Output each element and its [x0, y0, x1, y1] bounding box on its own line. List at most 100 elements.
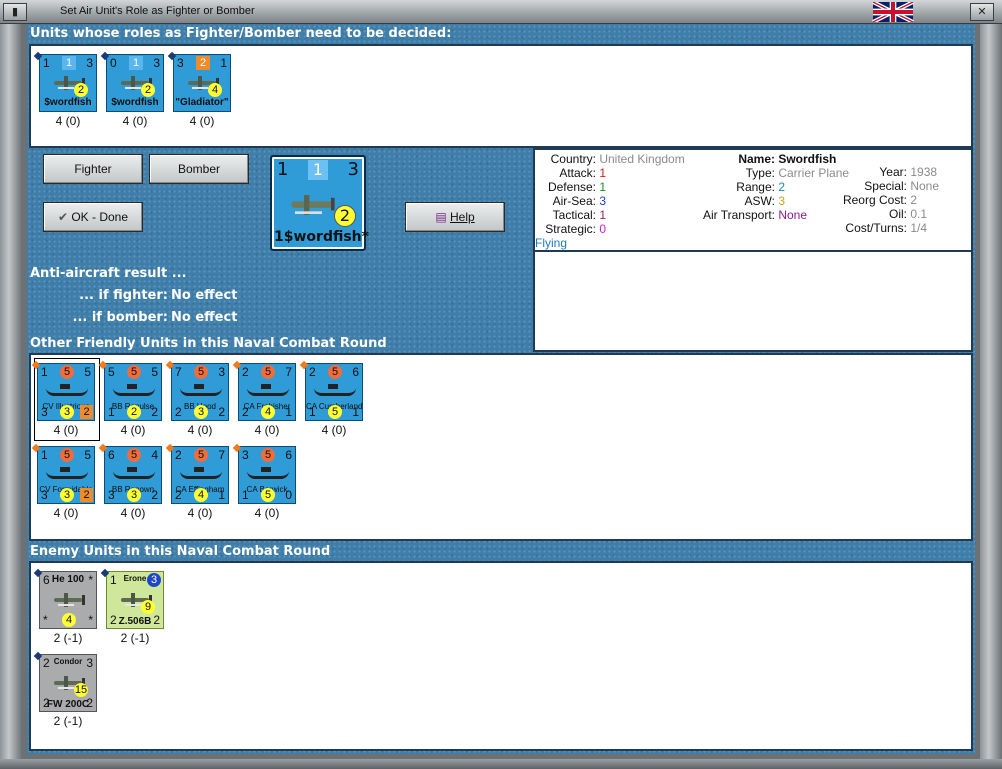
- friendly-row1-unit-1[interactable]: 1 5 5 CV Illustrious 3 3 2: [31, 360, 95, 421]
- ship-icon: [247, 384, 289, 396]
- unit-bottom-left: 3: [41, 488, 48, 502]
- unit-top-right: 3: [86, 56, 93, 70]
- airtransport-key: Air Transport:: [702, 208, 775, 222]
- bomber-button[interactable]: Bomber: [149, 154, 249, 184]
- range-key: Range:: [736, 180, 775, 194]
- checkmark-icon: ✔: [57, 210, 72, 224]
- unit-orange-value: 2: [80, 488, 93, 502]
- unit-yellow-value: 4: [194, 488, 208, 502]
- name-key: Name:: [738, 152, 775, 166]
- frame-bottom: [0, 759, 1002, 769]
- aa-result-title: Anti-aircraft result ...: [30, 266, 187, 281]
- unit-notes-panel: [533, 250, 973, 352]
- info-col1: Country: United Kingdom Attack: 1 Defens…: [535, 152, 685, 250]
- enemy-unit-1[interactable]: 6 He 100 * * 4 *: [33, 568, 97, 629]
- unit-yellow-value: 15: [74, 683, 88, 697]
- help-button[interactable]: ▤ Help: [405, 202, 505, 232]
- unit-bottom-right: 0: [285, 488, 292, 502]
- unit-circle-value: 5: [60, 365, 74, 379]
- ship-icon: [113, 467, 155, 479]
- aa-fighter-key: ... if fighter:: [79, 288, 168, 303]
- unit-strength-label: 2 (-1): [53, 714, 83, 728]
- unit-top-left: 3: [242, 448, 249, 462]
- unit-yellow-value: 3: [127, 488, 141, 502]
- attack-key: Attack:: [559, 166, 596, 180]
- airtransport-value: None: [778, 208, 808, 222]
- unit-bottom-left: 2: [242, 405, 249, 419]
- unit-marker-icon: [299, 360, 309, 370]
- unit-top-right: 3: [86, 656, 93, 670]
- friendly-row2-unit-3[interactable]: 2 5 7 CA Effingham 2 4 1: [165, 443, 229, 504]
- unit-top-left: 5: [108, 365, 115, 379]
- unit-bottom-left: *: [43, 613, 48, 627]
- friendly-row1-unit-5[interactable]: 2 5 6 CA Cumberland 1 5 1: [299, 360, 363, 421]
- enemy-unit-3[interactable]: 2 Condor 3 2 FW 200C 15 2: [33, 651, 97, 712]
- unit-bottom-right: *: [88, 613, 93, 627]
- swordfish-plane-icon: [291, 195, 335, 215]
- asw-value: 3: [778, 194, 786, 208]
- oil-key: Oil:: [889, 207, 907, 221]
- enemy-units-panel: 6 He 100 * * 4 * 2 (-1) 1 Erone 3 2 Z.506B 9 2 2 (-1) 2…: [29, 561, 973, 751]
- unit-strength-label: 4 (0): [120, 506, 146, 520]
- defense-value: 1: [599, 180, 607, 194]
- selected-unit-counter[interactable]: 1 1 3 2 1$wordfish*: [270, 155, 369, 251]
- ship-icon: [247, 467, 289, 479]
- close-button[interactable]: ✕: [970, 3, 994, 21]
- friendly-row2-unit-2[interactable]: 6 5 4 BB Renown 3 3 2: [98, 443, 162, 504]
- unit-name: "Gladiator": [175, 97, 229, 108]
- unit-top-right: 5: [84, 448, 91, 462]
- unit-top-left: 0: [110, 56, 117, 70]
- pending-unit-3[interactable]: 3 2 1 4 "Gladiator": [167, 51, 231, 112]
- unit-strength-label: 4 (0): [187, 506, 213, 520]
- unit-bottom-right: 1: [352, 405, 359, 419]
- unit-strength-label: 4 (0): [55, 114, 81, 128]
- window-menu-button[interactable]: ▮: [3, 3, 27, 21]
- selected-unit-name: 1$wordfish*: [274, 229, 369, 245]
- unit-bottom-right: 2: [153, 613, 160, 627]
- unit-bottom-right: 2: [151, 405, 158, 419]
- pending-unit-2[interactable]: 0 1 3 2 $wordfish: [100, 51, 164, 112]
- friendly-row1-unit-3[interactable]: 7 5 3 BB Hood 2 3 2: [165, 360, 229, 421]
- tactical-key: Tactical:: [552, 208, 596, 222]
- enemy-section-title: Enemy Units in this Naval Combat Round: [30, 544, 331, 559]
- unit-yellow-value: 2: [127, 405, 141, 419]
- selected-unit-square: 1: [308, 160, 328, 180]
- enemy-unit-2[interactable]: 1 Erone 3 2 Z.506B 9 2: [100, 568, 164, 629]
- strategic-value: 0: [599, 222, 607, 236]
- unit-info-panel: Country: United Kingdom Attack: 1 Defens…: [533, 148, 973, 252]
- unit-strength-label: 4 (0): [254, 423, 280, 437]
- unit-top-left: 6: [108, 448, 115, 462]
- unit-square-value: 1: [129, 56, 143, 70]
- unit-top-left: 2: [242, 365, 249, 379]
- selected-unit-top-right: 3: [347, 159, 359, 180]
- frame-right: [980, 24, 1002, 764]
- friendly-row2-unit-1[interactable]: 1 5 5 CV Formidable 3 3 2: [31, 443, 95, 504]
- ok-done-button[interactable]: ✔ OK - Done: [43, 202, 143, 232]
- special-value: None: [910, 179, 940, 193]
- unit-yellow-value: 3: [60, 488, 74, 502]
- friendly-row2-unit-4[interactable]: 3 5 6 CA Berwick 1 5 0: [232, 443, 296, 504]
- tactical-value: 1: [599, 208, 607, 222]
- unit-bottom-left: 1: [309, 405, 316, 419]
- selected-unit-top-left: 1: [277, 159, 289, 180]
- uk-flag-icon: [872, 2, 914, 22]
- friendly-row1-unit-2[interactable]: 5 5 5 BB Repulse 1 2 2: [98, 360, 162, 421]
- range-value: 2: [778, 180, 786, 194]
- unit-yellow-value: 3: [60, 405, 74, 419]
- special-key: Special:: [864, 179, 907, 193]
- name-value: Swordfish: [778, 152, 837, 166]
- unit-top-left: 2: [309, 365, 316, 379]
- unit-square-value: 1: [62, 56, 76, 70]
- year-key: Year:: [879, 165, 907, 179]
- fighter-button[interactable]: Fighter: [43, 154, 143, 184]
- country-key: Country:: [550, 152, 596, 166]
- reorg-value: 2: [910, 193, 918, 207]
- pending-unit-1[interactable]: 1 1 3 2 $wordfish: [33, 51, 97, 112]
- unit-square-value: 2: [196, 56, 210, 70]
- friendly-row1-unit-4[interactable]: 2 5 7 CA Frobisher 2 4 1: [232, 360, 296, 421]
- unit-yellow-value: 5: [261, 488, 275, 502]
- unit-strength-label: 4 (0): [53, 423, 79, 437]
- unit-orange-value: 2: [80, 405, 93, 419]
- unit-strength-label: 4 (0): [189, 114, 215, 128]
- unit-marker-icon: [167, 51, 177, 61]
